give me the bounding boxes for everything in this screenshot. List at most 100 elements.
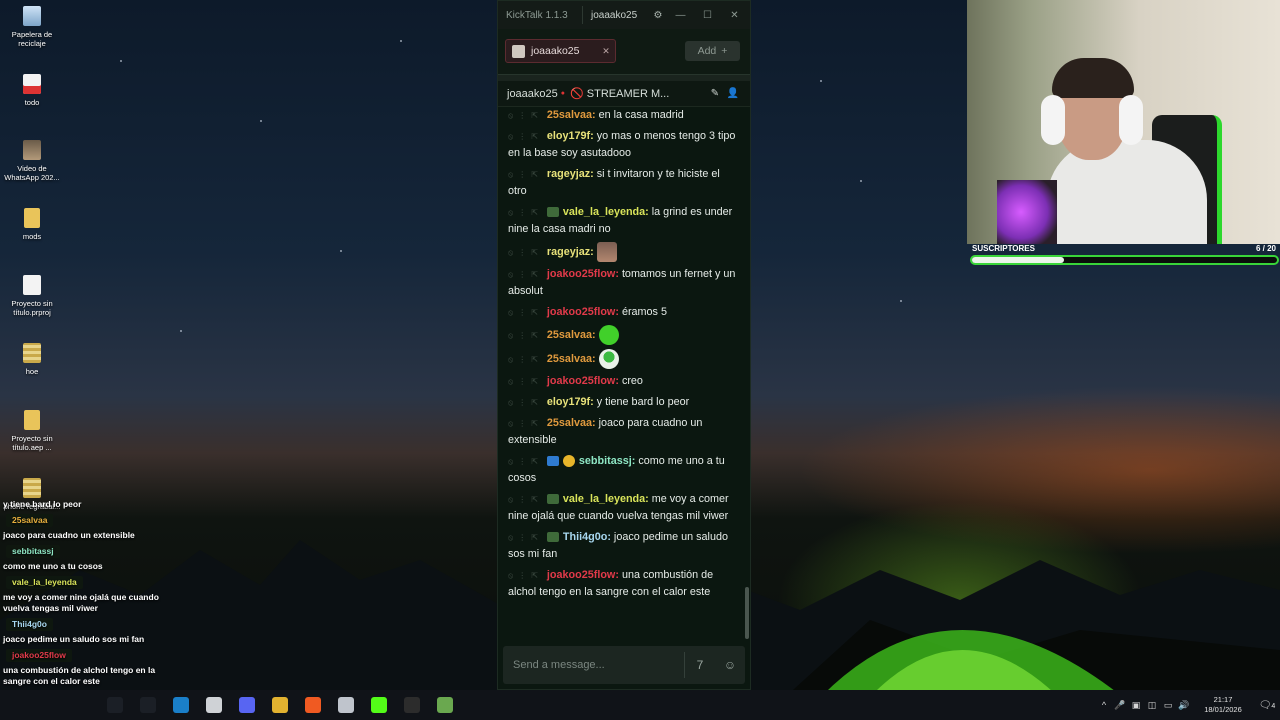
chat-username[interactable]: 25salvaa xyxy=(547,417,592,429)
notification-icon[interactable]: 🗨4 xyxy=(1254,700,1280,711)
emote-icon xyxy=(596,242,617,262)
mod-actions-icon[interactable]: ⦸⋮⇱ xyxy=(508,355,543,364)
mod-actions-icon[interactable]: ⦸⋮⇱ xyxy=(508,270,543,279)
overlay-username: Thii4g0o xyxy=(6,618,53,631)
add-button[interactable]: Add + xyxy=(685,41,740,61)
subscriber-goal-track xyxy=(970,255,1279,265)
frog-badge-icon xyxy=(546,494,559,505)
tab-label: joaaako25 xyxy=(531,45,580,57)
mod-actions-icon[interactable]: ⦸⋮⇱ xyxy=(508,208,543,217)
message-input[interactable] xyxy=(503,646,684,684)
mod-actions-icon[interactable]: ⦸⋮⇱ xyxy=(508,571,543,580)
current-user[interactable]: joaaako25 xyxy=(591,10,649,21)
mod-actions-icon[interactable]: ⦸⋮⇱ xyxy=(508,331,543,340)
gear-icon[interactable]: ⚙ xyxy=(649,10,667,21)
mod-actions-icon[interactable]: ⦸⋮⇱ xyxy=(508,398,543,407)
mod-actions-icon[interactable]: ⦸⋮⇱ xyxy=(508,308,543,317)
minimize-button[interactable]: — xyxy=(667,10,694,21)
add-label: Add xyxy=(697,45,717,57)
divider xyxy=(582,6,583,24)
explorer-taskbar-button[interactable] xyxy=(197,690,230,720)
emote-picker-icon[interactable]: ☺ xyxy=(715,658,745,672)
start-taskbar-button[interactable] xyxy=(98,690,131,720)
emote-icon xyxy=(598,349,619,369)
mod-actions-icon[interactable]: ⦸⋮⇱ xyxy=(508,248,543,257)
streamer-hair xyxy=(1052,58,1134,98)
close-icon[interactable]: ✕ xyxy=(597,46,615,57)
scrollbar[interactable] xyxy=(745,587,749,639)
maximize-button[interactable]: ☐ xyxy=(694,10,721,21)
desktop-icon-hoe[interactable]: hoe xyxy=(0,343,64,376)
mod-actions-icon[interactable]: ⦸⋮⇱ xyxy=(508,170,543,179)
screen-icon[interactable]: ▣ xyxy=(1128,700,1144,711)
network-icon[interactable]: ◫ xyxy=(1144,700,1160,711)
headset-icon xyxy=(1119,95,1143,145)
chat-username[interactable]: sebbitassj xyxy=(579,455,632,467)
edge-icon xyxy=(172,697,189,713)
mod-actions-icon[interactable]: ⦸⋮⇱ xyxy=(508,377,543,386)
chat-messages[interactable]: ⦸⋮⇱ 25salvaa: en la casa madrid ⦸⋮⇱ eloy179… xyxy=(498,107,750,643)
search-taskbar-button[interactable] xyxy=(131,690,164,720)
mod-actions-icon[interactable]: ⦸⋮⇱ xyxy=(508,419,543,428)
chat-username[interactable]: Thii4g0o xyxy=(563,531,607,543)
chat-username[interactable]: rageyjaz xyxy=(547,168,590,180)
close-button[interactable]: ✕ xyxy=(721,10,748,21)
mod-actions-icon[interactable]: ⦸⋮⇱ xyxy=(508,495,543,504)
chat-message: ⦸⋮⇱ joakoo25flow: una combustión de alcho… xyxy=(508,569,714,598)
recycle-bin-icon xyxy=(23,6,41,26)
chrome-taskbar-button[interactable] xyxy=(263,690,296,720)
chat-username[interactable]: 25salvaa xyxy=(547,353,592,365)
chat-username[interactable]: 25salvaa xyxy=(547,109,592,121)
chat-username[interactable]: vale_la_leyenda xyxy=(563,493,645,505)
chat-username[interactable]: joakoo25flow xyxy=(547,268,615,280)
desktop-icon-recycle-bin[interactable]: Papelera de reciclaje xyxy=(0,6,64,48)
chat-message: ⦸⋮⇱ 25salvaa: en la casa madrid xyxy=(508,109,684,121)
mod-actions-icon[interactable]: ⦸⋮⇱ xyxy=(508,132,543,141)
emote-7tv-icon[interactable]: 7 xyxy=(685,658,715,672)
chat-text: éramos 5 xyxy=(621,306,667,318)
desktop-icon-mods[interactable]: mods xyxy=(0,208,64,241)
chat-username[interactable]: joakoo25flow xyxy=(547,306,615,318)
chat-username[interactable]: joakoo25flow xyxy=(547,569,615,581)
chat-username[interactable]: joakoo25flow xyxy=(547,375,615,387)
chat-username[interactable]: vale_la_leyenda xyxy=(563,206,645,218)
brave-taskbar-button[interactable] xyxy=(296,690,329,720)
microphone-icon[interactable]: 🎤 xyxy=(1112,700,1128,711)
clock-date: 18/01/2026 xyxy=(1204,705,1242,714)
chat-username[interactable]: 25salvaa xyxy=(547,329,592,341)
discord-taskbar-button[interactable] xyxy=(230,690,263,720)
chat-message: ⦸⋮⇱ joakoo25flow: tomamos un fernet y un … xyxy=(508,268,736,297)
tab-joaaako25[interactable]: joaaako25 ✕ xyxy=(505,39,616,63)
edge-taskbar-button[interactable] xyxy=(164,690,197,720)
minecraft-taskbar-button[interactable] xyxy=(428,690,461,720)
mod-actions-icon[interactable]: ⦸⋮⇱ xyxy=(508,111,543,120)
kick-taskbar-button[interactable] xyxy=(362,690,395,720)
clock-time: 21:17 xyxy=(1213,695,1233,704)
overlay-message: como me uno a tu cosos xyxy=(3,561,103,571)
chevron-up-icon[interactable]: ^ xyxy=(1096,700,1112,710)
search-tool-taskbar-button[interactable] xyxy=(329,690,362,720)
mod-actions-icon[interactable]: ⦸⋮⇱ xyxy=(508,457,543,466)
chat-username[interactable]: rageyjaz xyxy=(547,246,590,258)
frog-badge-icon xyxy=(546,532,559,543)
discord-icon xyxy=(238,697,255,713)
desktop-icon-aep[interactable]: Proyecto sin título.aep ... xyxy=(0,410,64,452)
taskbar: ^ 🎤 ▣ ◫ ▭ 🔊 21:17 18/01/2026 🗨4 xyxy=(0,690,1280,720)
desktop-icon-todo[interactable]: todo xyxy=(0,74,64,107)
chat-message: ⦸⋮⇱ vale_la_leyenda: la grind es under ni… xyxy=(508,206,733,235)
desktop-icon-prproj[interactable]: Proyecto sin título.prproj xyxy=(0,275,64,317)
clock[interactable]: 21:17 18/01/2026 xyxy=(1192,695,1254,715)
minecraft-icon xyxy=(436,697,453,713)
mod-actions-icon[interactable]: ⦸⋮⇱ xyxy=(508,533,543,542)
desktop-icon-video[interactable]: Video de WhatsApp 202... xyxy=(0,140,64,182)
chat-username[interactable]: eloy179f xyxy=(547,396,590,408)
pin-icon[interactable]: ✎ xyxy=(706,88,724,99)
obs-taskbar-button[interactable] xyxy=(395,690,428,720)
volume-icon[interactable]: 🔊 xyxy=(1176,700,1192,711)
obs-icon xyxy=(403,697,420,713)
chat-username[interactable]: eloy179f xyxy=(547,130,590,142)
notification-count: 4 xyxy=(1271,702,1276,710)
folder-icon xyxy=(24,410,40,430)
user-icon[interactable]: 👤 xyxy=(724,88,742,99)
display-icon[interactable]: ▭ xyxy=(1160,700,1176,711)
